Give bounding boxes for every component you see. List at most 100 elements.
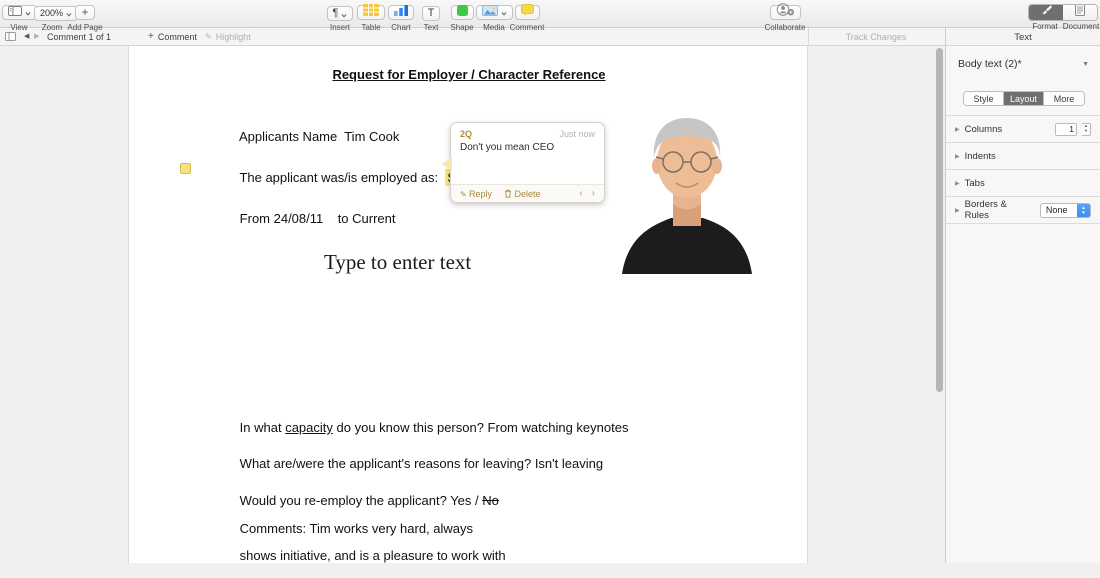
insert-label: Insert [322,23,358,32]
chevron-down-icon [501,3,507,21]
trash-icon [504,189,512,198]
zoom-label: Zoom [34,23,70,32]
comment-timestamp: Just now [559,129,595,139]
text-button[interactable]: T [422,6,441,21]
plus-icon: + [81,6,88,18]
paintbrush-icon [1040,4,1052,21]
toolbar-media: Media [476,3,512,32]
popup-tail [442,157,452,171]
section-tabs[interactable]: ▶ Tabs [946,170,1100,197]
panel-icon [5,32,16,41]
plus-icon: + [148,32,154,42]
collaborate-icon [776,3,795,21]
columns-stepper[interactable]: ▲▼ [1082,123,1091,136]
view-button[interactable] [2,5,37,20]
line-employed-as[interactable]: The applicant was/is employed as: SEO [218,155,477,200]
comment-label: Comment [508,23,546,32]
comment-popup: 2Q Just now Don't you mean CEO ✎ Reply D… [450,122,605,203]
pencil-icon: ✎ [460,190,469,199]
columns-input[interactable] [1055,123,1077,136]
table-icon [363,3,379,21]
columns-label: Columns [965,124,1003,135]
toolbar-text: T Text [416,3,446,32]
tab-style[interactable]: Style [964,92,1004,105]
vertical-scrollbar[interactable] [936,48,943,392]
format-tabs: Style Layout More [963,91,1085,106]
add-comment-button[interactable]: + Comment [148,28,197,45]
format-sidebar: Body text (2)* ▼ Style Layout More ▶ Col… [945,46,1100,563]
disclosure-triangle-icon[interactable]: ▶ [955,180,960,187]
main-toolbar: View 200% Zoom + Add Page ¶ Insert Table… [0,0,1100,28]
disclosure-triangle-icon[interactable]: ▶ [955,207,960,214]
toolbar-add-page: + Add Page [66,3,104,32]
highlight-button[interactable]: ✎ Highlight [205,28,251,45]
comment-status-bar: ◀ ▶ Comment 1 of 1 + Comment ✎ Highlight… [0,28,1100,46]
line-dates[interactable]: From 24/08/11 to Current [218,196,396,241]
document-label: Document [1060,22,1100,31]
disclosure-triangle-icon[interactable]: ▶ [955,153,960,160]
comment-button[interactable] [515,5,540,20]
next-comment-arrow[interactable]: › [592,188,595,199]
toolbar-table: Table [355,3,387,32]
comment-bubble-icon [521,3,534,21]
canvas-area: Request for Employer / Character Referen… [0,46,1100,563]
delete-button[interactable]: Delete [504,189,541,199]
right-arrow-icon: ▶ [34,33,39,40]
prev-comment-arrow[interactable]: ‹ [579,188,582,199]
comment-body[interactable]: Don't you mean CEO [451,139,604,156]
text-icon: T [428,8,435,19]
pilcrow-icon: ¶ [333,8,339,19]
format-button[interactable] [1029,5,1063,20]
shape-label: Shape [446,23,478,32]
zoom-value: 200% [40,8,63,18]
add-page-button[interactable]: + [75,5,94,20]
pencil-icon: ✎ [205,32,212,41]
line-comments-2[interactable]: shows initiative, and is a pleasure to w… [218,533,506,578]
text-box-placeholder[interactable]: Type to enter text [324,250,471,275]
chart-icon [394,3,408,21]
add-page-label: Add Page [66,23,104,32]
tab-more[interactable]: More [1044,92,1084,105]
insert-button[interactable]: ¶ [327,6,354,21]
toolbar-comment: Comment [508,3,546,32]
table-label: Table [355,23,387,32]
shape-button[interactable] [451,5,474,20]
document-title[interactable]: Request for Employer / Character Referen… [129,67,809,82]
toolbar-view: View [2,3,36,32]
collaborate-label: Collaborate [760,23,810,32]
collaborate-button[interactable] [770,5,801,20]
chart-button[interactable] [388,5,414,20]
shape-icon [457,3,468,21]
tabs-label: Tabs [965,178,985,189]
select-stepper-icon: ▲▼ [1077,203,1090,218]
track-changes-label: Track Changes [808,28,944,45]
reply-button[interactable]: ✎ Reply [460,189,492,199]
chevron-down-icon [341,5,347,23]
table-button[interactable] [357,5,385,20]
borders-select[interactable]: None ▲▼ [1040,203,1091,218]
paragraph-style-name[interactable]: Body text (2)* [958,58,1022,70]
section-borders-rules[interactable]: ▶ Borders & Rules None ▲▼ [946,197,1100,224]
disclosure-triangle-icon[interactable]: ▶ [955,126,960,133]
tab-layout[interactable]: Layout [1004,92,1044,105]
view-label: View [2,23,36,32]
chevron-down-icon [25,3,31,21]
media-icon [482,3,498,21]
borders-select-value: None [1041,205,1077,215]
line-applicants-name[interactable]: Applicants Name Tim Cook [218,114,399,159]
chevron-down-icon[interactable]: ▼ [1082,61,1089,68]
format-label: Format [1028,22,1062,31]
toolbar-collaborate: Collaborate [760,3,810,32]
document-button[interactable] [1063,5,1097,20]
toolbar-shape: Shape [446,3,478,32]
section-columns[interactable]: ▶ Columns ▲▼ [946,116,1100,143]
chart-label: Chart [386,23,416,32]
comment-marker[interactable] [180,163,191,174]
media-label: Media [476,23,512,32]
tim-cook-photo[interactable] [616,98,758,274]
indents-label: Indents [965,151,996,162]
section-indents[interactable]: ▶ Indents [946,143,1100,170]
left-arrow-icon: ◀ [24,33,29,40]
text-label: Text [416,23,446,32]
toolbar-format-document: Format Document [1028,3,1098,21]
